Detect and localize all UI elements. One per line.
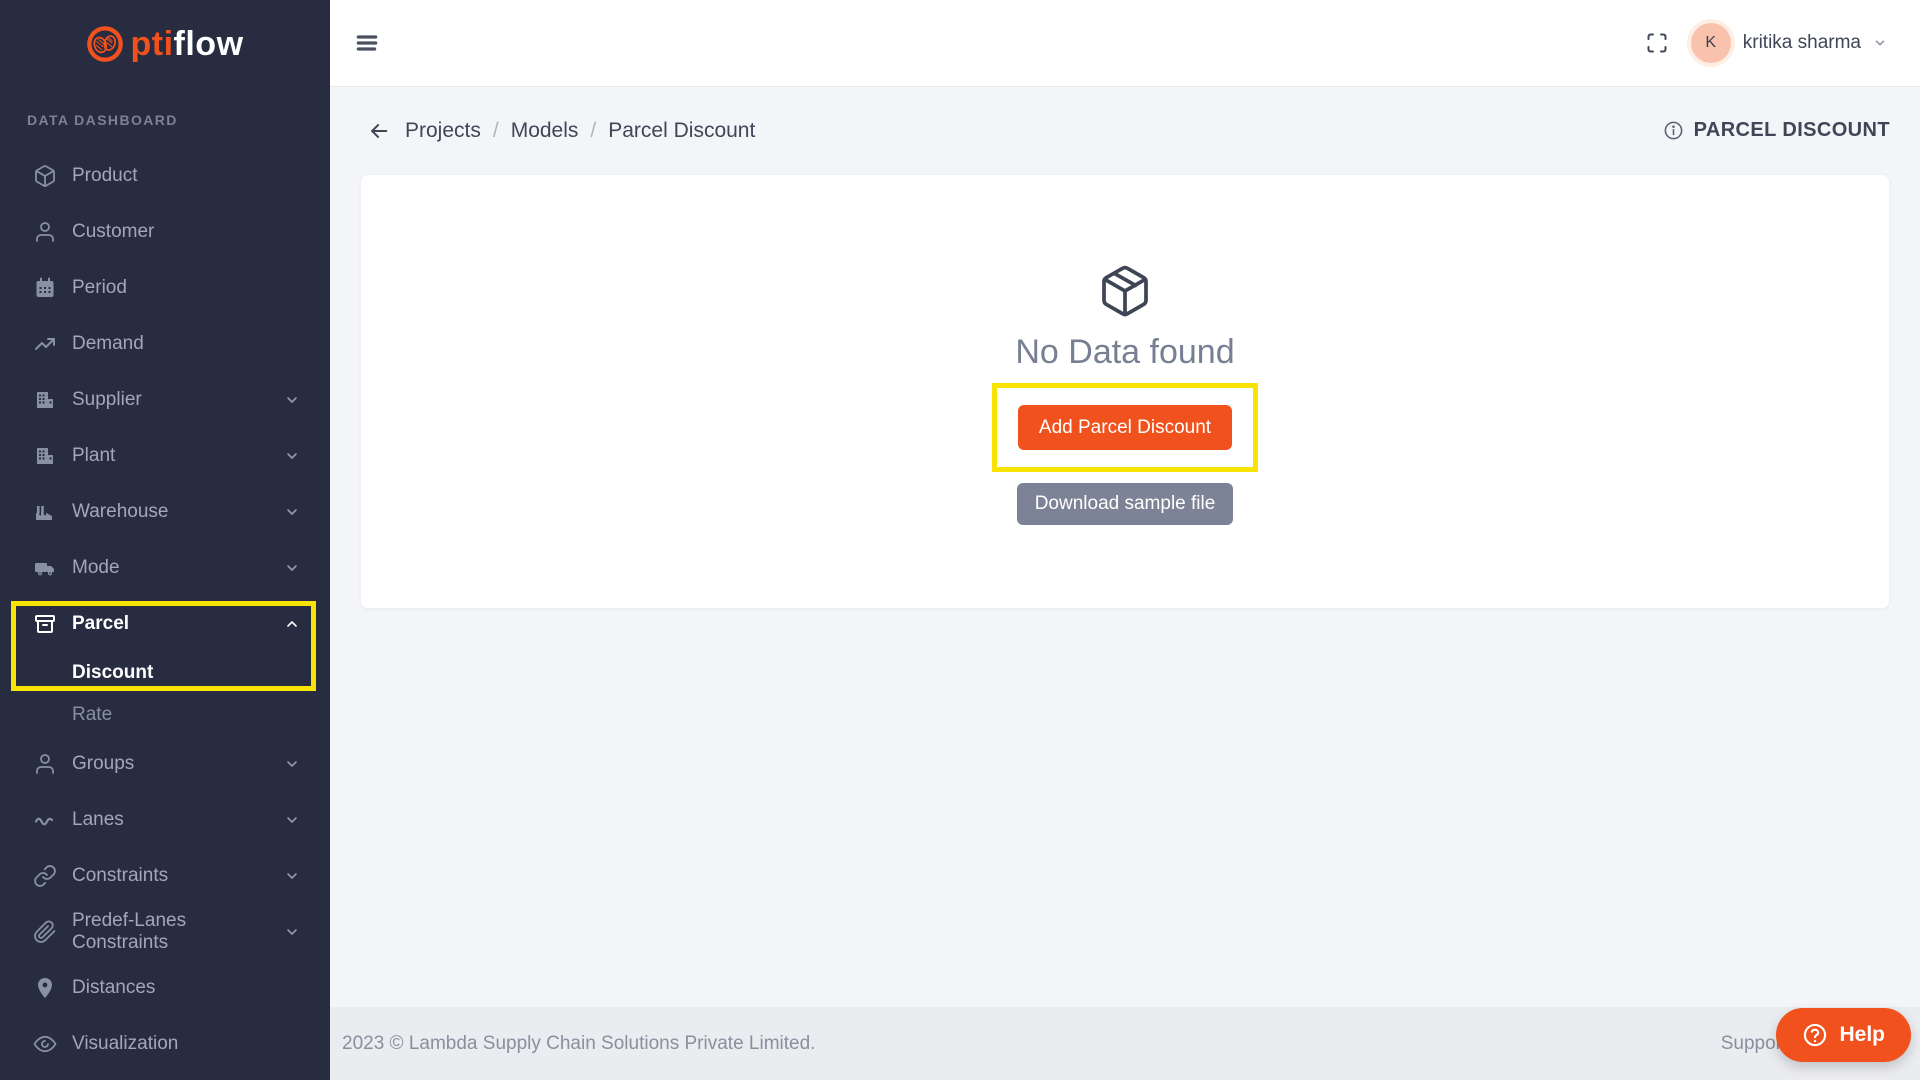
users-icon [33, 752, 57, 776]
calendar-icon [33, 276, 57, 300]
sidebar-item-label: Mode [72, 557, 120, 578]
no-data-message: No Data found [1015, 333, 1235, 371]
page-title: PARCEL DISCOUNT [1693, 119, 1890, 141]
chevron-down-icon [284, 504, 300, 520]
sidebar-item-label: Predef-Lanes Constraints [72, 910, 187, 953]
sidebar-item-parcel[interactable]: Parcel [0, 596, 330, 652]
header-right-group: K kritika sharma [1645, 23, 1887, 63]
sidebar-subitem-label: Rate [72, 704, 113, 725]
sidebar-item-plant[interactable]: Plant [0, 428, 330, 484]
factory-icon [33, 500, 57, 524]
sidebar-item-warehouse[interactable]: Warehouse [0, 484, 330, 540]
sidebar-item-lanes[interactable]: Lanes [0, 792, 330, 848]
route-wave-icon [33, 808, 57, 832]
brand-logo-text: ptiflow [130, 24, 244, 63]
sidebar-item-label: Distances [72, 977, 156, 998]
user-icon [33, 220, 57, 244]
package-icon [1097, 263, 1153, 319]
sidebar-nav: Product Customer Period Demand Supplier [0, 148, 330, 1080]
user-name: kritika sharma [1742, 32, 1861, 53]
chevron-down-icon [284, 560, 300, 576]
sidebar-parcel-group: Parcel Discount [0, 596, 330, 694]
breadcrumb-current: Parcel Discount [608, 118, 756, 142]
breadcrumb-projects[interactable]: Projects [405, 119, 481, 143]
brand-logo[interactable]: ptiflow [0, 0, 330, 88]
sidebar-item-label: Customer [72, 221, 155, 242]
fullscreen-icon[interactable] [1645, 31, 1669, 55]
link-icon [33, 864, 57, 888]
sidebar-subitem-label: Discount [72, 662, 154, 683]
package-icon [33, 164, 57, 188]
sidebar-subitem-discount[interactable]: Discount [0, 652, 330, 694]
breadcrumb-row: Projects / Models / Parcel Discount PARC… [330, 86, 1920, 175]
chevron-down-icon [284, 924, 300, 940]
chevron-down-icon [284, 448, 300, 464]
info-icon[interactable] [1663, 120, 1684, 141]
breadcrumb: Projects / Models / Parcel Discount [405, 119, 755, 143]
sidebar-item-label: Supplier [72, 389, 142, 410]
breadcrumb-separator: / [492, 118, 499, 142]
sidebar-item-label: Parcel [72, 613, 130, 634]
sidebar-item-constraints[interactable]: Constraints [0, 848, 330, 904]
chevron-down-icon [284, 812, 300, 828]
archive-box-icon [33, 612, 57, 636]
building-icon [33, 388, 57, 412]
sidebar-item-visualization[interactable]: Visualization [0, 1016, 330, 1072]
footer: 2023 © Lambda Supply Chain Solutions Pri… [330, 1007, 1920, 1080]
help-question-icon [1802, 1022, 1828, 1048]
chevron-up-icon [284, 616, 300, 632]
sidebar-item-distances[interactable]: Distances [0, 960, 330, 1016]
brand-logo-icon [86, 25, 124, 63]
trending-up-icon [33, 332, 57, 356]
building-icon [33, 444, 57, 468]
sidebar-item-label: Demand [72, 333, 144, 354]
sidebar-item-label: Groups [72, 753, 135, 774]
help-button-label: Help [1839, 1023, 1885, 1046]
chevron-down-icon [1873, 36, 1887, 50]
sidebar-item-label: Visualization [72, 1033, 179, 1054]
download-sample-file-button[interactable]: Download sample file [1016, 483, 1234, 525]
sidebar-item-predef-lanes-constraints[interactable]: Predef-Lanes Constraints [0, 904, 330, 960]
add-parcel-discount-button[interactable]: Add Parcel Discount [1017, 405, 1233, 450]
sidebar-section-label: DATA DASHBOARD [27, 112, 178, 128]
button-highlight-box: Add Parcel Discount [991, 383, 1259, 472]
paperclip-icon [33, 920, 57, 944]
sidebar-subitem-rate[interactable]: Rate [0, 694, 330, 736]
help-button[interactable]: Help [1776, 1008, 1911, 1062]
sidebar-item-customer[interactable]: Customer [0, 204, 330, 260]
map-pin-icon [33, 976, 57, 1000]
sidebar-item-demand[interactable]: Demand [0, 316, 330, 372]
avatar: K [1690, 23, 1731, 63]
sidebar-item-label: Lanes [72, 809, 124, 830]
sidebar-item-label: Constraints [72, 865, 169, 886]
empty-state-card: No Data found Add Parcel Discount Downlo… [361, 175, 1889, 608]
sidebar: ptiflow DATA DASHBOARD Product Customer … [0, 0, 330, 1080]
footer-copyright: 2023 © Lambda Supply Chain Solutions Pri… [342, 1032, 816, 1054]
breadcrumb-separator: / [590, 118, 597, 142]
sidebar-item-supplier[interactable]: Supplier [0, 372, 330, 428]
page-title-group: PARCEL DISCOUNT [1663, 119, 1890, 142]
sidebar-item-label: Plant [72, 445, 116, 466]
breadcrumb-models[interactable]: Models [511, 119, 579, 143]
sidebar-item-product[interactable]: Product [0, 148, 330, 204]
sidebar-item-mode[interactable]: Mode [0, 540, 330, 596]
back-arrow-icon[interactable] [368, 120, 390, 142]
hamburger-menu-icon[interactable] [354, 30, 380, 56]
sidebar-item-period[interactable]: Period [0, 260, 330, 316]
truck-icon [33, 556, 57, 580]
sidebar-item-label: Period [72, 277, 127, 298]
top-header: K kritika sharma [330, 0, 1920, 86]
chevron-down-icon [284, 868, 300, 884]
user-menu[interactable]: K kritika sharma [1690, 23, 1887, 63]
eye-icon [33, 1032, 57, 1056]
chevron-down-icon [284, 392, 300, 408]
sidebar-item-groups[interactable]: Groups [0, 736, 330, 792]
main-area: K kritika sharma Projects / Models / Par… [330, 0, 1920, 1080]
sidebar-item-label: Product [72, 165, 138, 186]
chevron-down-icon [284, 756, 300, 772]
sidebar-item-label: Warehouse [72, 501, 169, 522]
